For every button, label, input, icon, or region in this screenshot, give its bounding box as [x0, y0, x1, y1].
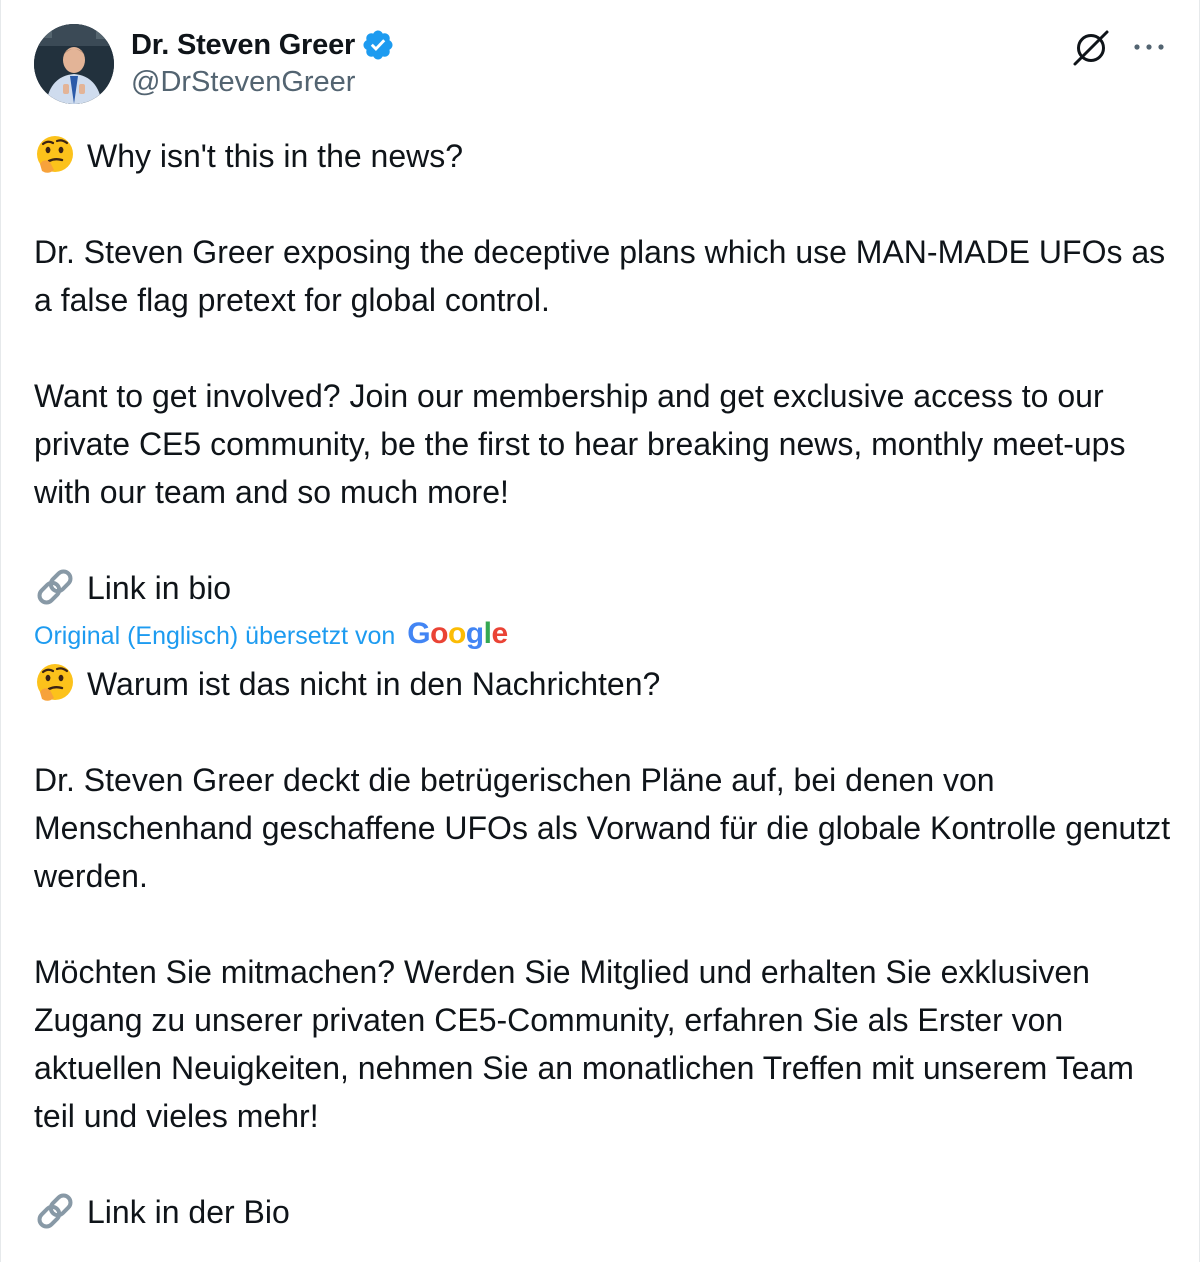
- avatar-image: [34, 24, 114, 104]
- google-logo: Google: [407, 617, 508, 650]
- original-link-line: Link in bio: [34, 564, 1174, 612]
- original-line-1: Why isn't this in the news?: [34, 132, 1174, 180]
- original-paragraph-3: Want to get involved? Join our membershi…: [34, 378, 1126, 510]
- link-icon: [34, 1190, 76, 1232]
- author-handle[interactable]: @DrStevenGreer: [131, 66, 395, 99]
- author-display-name[interactable]: Dr. Steven Greer: [131, 29, 355, 62]
- original-link-text: Link in bio: [87, 570, 232, 606]
- original-question: Why isn't this in the news?: [87, 138, 464, 174]
- name-row: Dr. Steven Greer: [131, 26, 395, 64]
- author-info: Dr. Steven Greer @DrStevenGreer: [131, 26, 395, 99]
- translated-link-text: Link in der Bio: [87, 1194, 290, 1230]
- thinking-face-icon: [34, 134, 76, 176]
- translated-paragraph-2: Dr. Steven Greer deckt die betrügerische…: [34, 762, 1171, 894]
- tweet-header: Dr. Steven Greer @DrStevenGreer: [34, 24, 1174, 106]
- translated-link-line: Link in der Bio: [34, 1188, 1174, 1236]
- more-options-icon[interactable]: [1128, 32, 1170, 62]
- translated-line-1: Warum ist das nicht in den Nachrichten?: [34, 660, 1174, 708]
- grok-icon[interactable]: [1070, 27, 1112, 69]
- translated-paragraph-3: Möchten Sie mitmachen? Werden Sie Mitgli…: [34, 954, 1134, 1134]
- original-paragraph-2: Dr. Steven Greer exposing the deceptive …: [34, 234, 1166, 318]
- translated-question: Warum ist das nicht in den Nachrichten?: [87, 666, 661, 702]
- translation-original-link[interactable]: Original (Englisch) übersetzt von: [34, 612, 395, 660]
- translation-attribution: Original (Englisch) übersetzt von Google: [34, 616, 1174, 656]
- verified-badge-icon[interactable]: [361, 28, 395, 62]
- tweet-text: Why isn't this in the news? Dr. Steven G…: [34, 132, 1174, 1236]
- avatar[interactable]: [34, 24, 114, 104]
- link-icon: [34, 566, 76, 608]
- tweet-card: Dr. Steven Greer @DrStevenGreer Why isn'…: [0, 0, 1200, 1262]
- thinking-face-icon: [34, 662, 76, 704]
